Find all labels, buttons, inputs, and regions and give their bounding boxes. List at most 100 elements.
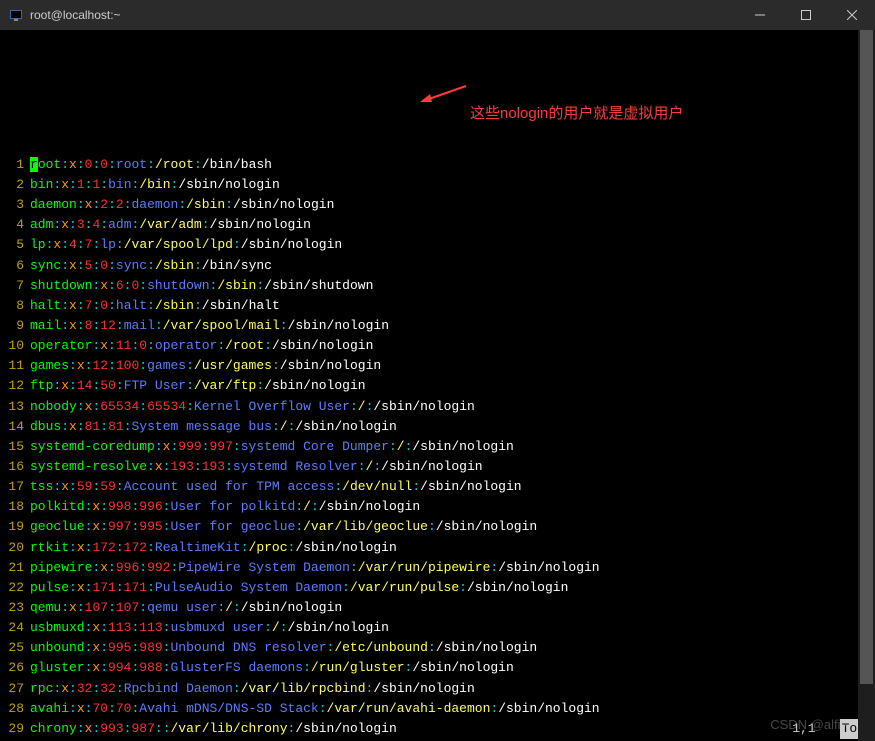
line-number: 19 (0, 517, 30, 537)
passwd-line: 22pulse:x:171:171:PulseAudio System Daem… (0, 578, 875, 598)
close-button[interactable] (829, 0, 875, 30)
line-number: 3 (0, 195, 30, 215)
line-number: 20 (0, 538, 30, 558)
passwd-entry: lp:x:4:7:lp:/var/spool/lpd:/sbin/nologin (30, 235, 875, 255)
window-controls (737, 0, 875, 30)
passwd-line: 14dbus:x:81:81:System message bus:/:/sbi… (0, 417, 875, 437)
passwd-entry: tss:x:59:59:Account used for TPM access:… (30, 477, 875, 497)
passwd-entry: gluster:x:994:988:GlusterFS daemons:/run… (30, 658, 875, 678)
passwd-line: 10operator:x:11:0:operator:/root:/sbin/n… (0, 336, 875, 356)
passwd-entry: sync:x:5:0:sync:/sbin:/bin/sync (30, 256, 875, 276)
passwd-line: 13nobody:x:65534:65534:Kernel Overflow U… (0, 397, 875, 417)
passwd-line: 6sync:x:5:0:sync:/sbin:/bin/sync (0, 256, 875, 276)
passwd-line: 1root:x:0:0:root:/root:/bin/bash (0, 155, 875, 175)
passwd-entry: adm:x:3:4:adm:/var/adm:/sbin/nologin (30, 215, 875, 235)
passwd-entry: unbound:x:995:989:Unbound DNS resolver:/… (30, 638, 875, 658)
passwd-line: 19geoclue:x:997:995:User for geoclue:/va… (0, 517, 875, 537)
vertical-scrollbar[interactable] (858, 30, 875, 741)
line-number: 22 (0, 578, 30, 598)
passwd-entry: pipewire:x:996:992:PipeWire System Daemo… (30, 558, 875, 578)
passwd-entry: qemu:x:107:107:qemu user:/:/sbin/nologin (30, 598, 875, 618)
passwd-line: 16systemd-resolve:x:193:193:systemd Reso… (0, 457, 875, 477)
passwd-entry: geoclue:x:997:995:User for geoclue:/var/… (30, 517, 875, 537)
passwd-entry: root:x:0:0:root:/root:/bin/bash (30, 155, 875, 175)
passwd-line: 28avahi:x:70:70:Avahi mDNS/DNS-SD Stack:… (0, 699, 875, 719)
passwd-entry: nobody:x:65534:65534:Kernel Overflow Use… (30, 397, 875, 417)
line-number: 4 (0, 215, 30, 235)
line-number: 1 (0, 155, 30, 175)
passwd-line: 8halt:x:7:0:halt:/sbin:/sbin/halt (0, 296, 875, 316)
line-number: 12 (0, 376, 30, 396)
passwd-line: 27rpc:x:32:32:Rpcbind Daemon:/var/lib/rp… (0, 679, 875, 699)
passwd-line: 3daemon:x:2:2:daemon:/sbin:/sbin/nologin (0, 195, 875, 215)
passwd-line: 17tss:x:59:59:Account used for TPM acces… (0, 477, 875, 497)
line-number: 7 (0, 276, 30, 296)
line-number: 9 (0, 316, 30, 336)
passwd-entry: chrony:x:993:987::/var/lib/chrony:/sbin/… (30, 719, 875, 739)
passwd-entry: systemd-resolve:x:193:193:systemd Resolv… (30, 457, 875, 477)
line-number: 28 (0, 699, 30, 719)
line-number: 26 (0, 658, 30, 678)
passwd-entry: rtkit:x:172:172:RealtimeKit:/proc:/sbin/… (30, 538, 875, 558)
line-number: 16 (0, 457, 30, 477)
passwd-entry: halt:x:7:0:halt:/sbin:/sbin/halt (30, 296, 875, 316)
passwd-line: 7shutdown:x:6:0:shutdown:/sbin:/sbin/shu… (0, 276, 875, 296)
passwd-line: 11games:x:12:100:games:/usr/games:/sbin/… (0, 356, 875, 376)
passwd-entry: polkitd:x:998:996:User for polkitd:/:/sb… (30, 497, 875, 517)
passwd-line: 15systemd-coredump:x:999:997:systemd Cor… (0, 437, 875, 457)
passwd-line: 20rtkit:x:172:172:RealtimeKit:/proc:/sbi… (0, 538, 875, 558)
maximize-button[interactable] (783, 0, 829, 30)
line-number: 14 (0, 417, 30, 437)
window-titlebar: root@localhost:~ (0, 0, 875, 30)
passwd-entry: systemd-coredump:x:999:997:systemd Core … (30, 437, 875, 457)
passwd-line: 21pipewire:x:996:992:PipeWire System Dae… (0, 558, 875, 578)
line-number: 25 (0, 638, 30, 658)
passwd-entry: operator:x:11:0:operator:/root:/sbin/nol… (30, 336, 875, 356)
line-number: 11 (0, 356, 30, 376)
passwd-entry: avahi:x:70:70:Avahi mDNS/DNS-SD Stack:/v… (30, 699, 875, 719)
line-number: 10 (0, 336, 30, 356)
passwd-line: 12ftp:x:14:50:FTP User:/var/ftp:/sbin/no… (0, 376, 875, 396)
passwd-line: 2bin:x:1:1:bin:/bin:/sbin/nologin (0, 175, 875, 195)
passwd-line: 4adm:x:3:4:adm:/var/adm:/sbin/nologin (0, 215, 875, 235)
passwd-entry: ftp:x:14:50:FTP User:/var/ftp:/sbin/nolo… (30, 376, 875, 396)
passwd-entry: pulse:x:171:171:PulseAudio System Daemon… (30, 578, 875, 598)
line-number: 23 (0, 598, 30, 618)
minimize-button[interactable] (737, 0, 783, 30)
passwd-line: 18polkitd:x:998:996:User for polkitd:/:/… (0, 497, 875, 517)
passwd-line: 9mail:x:8:12:mail:/var/spool/mail:/sbin/… (0, 316, 875, 336)
line-number: 17 (0, 477, 30, 497)
line-number: 24 (0, 618, 30, 638)
passwd-entry: daemon:x:2:2:daemon:/sbin:/sbin/nologin (30, 195, 875, 215)
passwd-entry: usbmuxd:x:113:113:usbmuxd user:/:/sbin/n… (30, 618, 875, 638)
line-number: 29 (0, 719, 30, 739)
cursor-position: 1,1 (792, 719, 815, 739)
line-number: 2 (0, 175, 30, 195)
passwd-entry: games:x:12:100:games:/usr/games:/sbin/no… (30, 356, 875, 376)
passwd-entry: bin:x:1:1:bin:/bin:/sbin/nologin (30, 175, 875, 195)
line-number: 5 (0, 235, 30, 255)
annotation-text: 这些nologin的用户就是虚拟用户 (470, 102, 683, 125)
line-number: 13 (0, 397, 30, 417)
line-number: 18 (0, 497, 30, 517)
line-number: 8 (0, 296, 30, 316)
line-number: 15 (0, 437, 30, 457)
passwd-line: 26gluster:x:994:988:GlusterFS daemons:/r… (0, 658, 875, 678)
passwd-line: 24usbmuxd:x:113:113:usbmuxd user:/:/sbin… (0, 618, 875, 638)
line-number: 6 (0, 256, 30, 276)
line-number: 21 (0, 558, 30, 578)
passwd-entry: rpc:x:32:32:Rpcbind Daemon:/var/lib/rpcb… (30, 679, 875, 699)
annotation-arrow-icon (418, 84, 468, 104)
putty-icon (8, 7, 24, 23)
passwd-line: 23qemu:x:107:107:qemu user:/:/sbin/nolog… (0, 598, 875, 618)
terminal-area[interactable]: 这些nologin的用户就是虚拟用户 1root:x:0:0:root:/roo… (0, 30, 875, 741)
passwd-entry: mail:x:8:12:mail:/var/spool/mail:/sbin/n… (30, 316, 875, 336)
passwd-line: 5lp:x:4:7:lp:/var/spool/lpd:/sbin/nologi… (0, 235, 875, 255)
scrollbar-thumb[interactable] (860, 30, 873, 684)
vim-status-bar: 1,1 Top (792, 719, 867, 739)
passwd-entry: dbus:x:81:81:System message bus:/:/sbin/… (30, 417, 875, 437)
passwd-entry: shutdown:x:6:0:shutdown:/sbin:/sbin/shut… (30, 276, 875, 296)
passwd-line: 29chrony:x:993:987::/var/lib/chrony:/sbi… (0, 719, 875, 739)
window-title: root@localhost:~ (30, 8, 737, 22)
line-number: 27 (0, 679, 30, 699)
